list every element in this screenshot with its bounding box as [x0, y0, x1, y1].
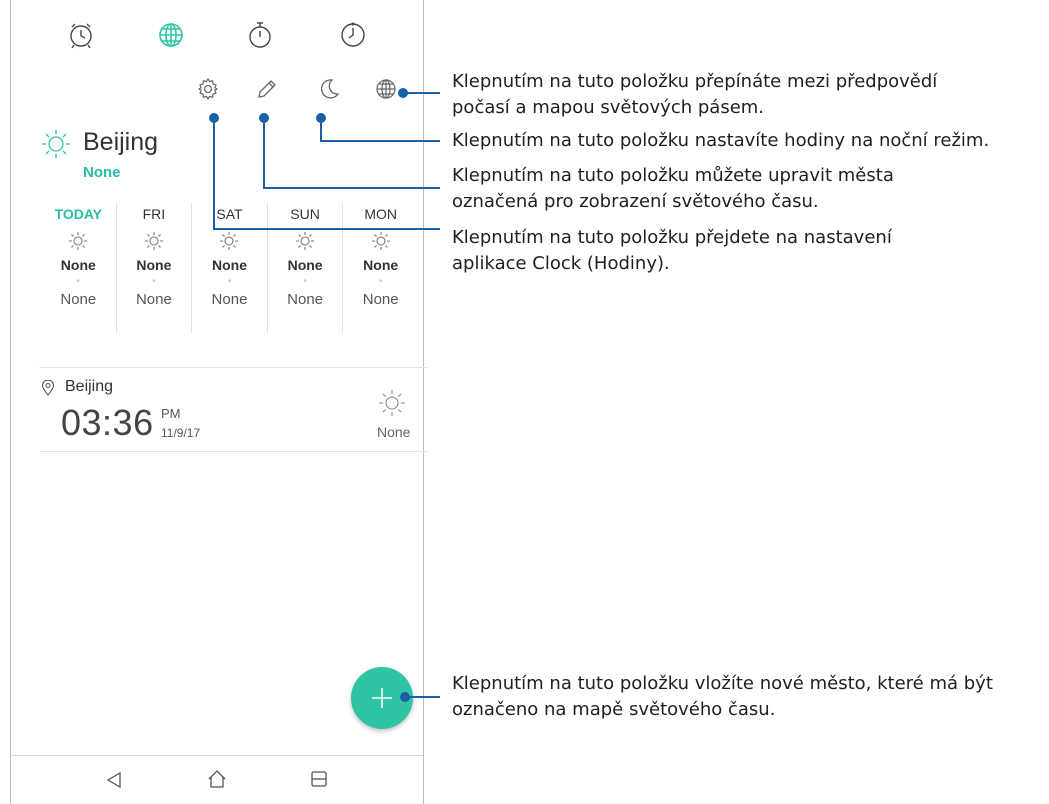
callout-line: označená pro zobrazení světového času. [452, 191, 819, 212]
forecast-day: FRI None • None [115, 203, 192, 333]
add-icon [372, 688, 392, 708]
clock-time: 03:36 [61, 402, 154, 443]
settings-button[interactable] [196, 77, 220, 101]
clock-city: Beijing [65, 378, 114, 395]
day-low: None [135, 291, 172, 308]
phone-screen: Beijing None TODAY None • None FRI None … [10, 0, 427, 804]
divider [39, 451, 427, 452]
separator-dot: • [76, 276, 81, 287]
clock-weather: None [377, 424, 411, 440]
day-low: None [60, 291, 97, 308]
callout-globe: Klepnutím na tuto položku přepínáte mezi… [452, 69, 937, 121]
callout-line: počasí a mapou světových pásem. [452, 97, 765, 118]
callout-line: Klepnutím na tuto položku vložíte nové m… [452, 673, 993, 694]
day-low: None [362, 291, 399, 308]
alarm-icon [70, 23, 92, 49]
sun-icon [220, 232, 239, 250]
callout-night: Klepnutím na tuto položku nastavíte hodi… [452, 128, 989, 154]
sun-icon [296, 232, 315, 250]
city-status: None [83, 164, 121, 181]
separator-dot: • [152, 276, 156, 287]
night-mode-icon [321, 79, 340, 99]
separator-dot: • [303, 276, 307, 287]
separator-dot: • [227, 276, 232, 287]
day-high: None [363, 257, 399, 273]
stopwatch-icon [249, 22, 271, 48]
sun-icon [371, 232, 390, 250]
sun-icon [379, 390, 405, 416]
recents-button[interactable] [309, 769, 329, 789]
globe-button[interactable] [374, 77, 398, 101]
callout-line: Klepnutím na tuto položku přejdete na na… [452, 227, 892, 248]
tab-stopwatch[interactable] [245, 20, 275, 50]
day-low: None [287, 291, 323, 308]
callout-add: Klepnutím na tuto položku vložíte nové m… [452, 671, 993, 723]
clock-ampm: PM [161, 406, 181, 421]
back-icon [106, 771, 121, 789]
add-city-button[interactable] [351, 667, 413, 729]
edit-icon [258, 80, 276, 98]
sun-icon [69, 232, 88, 250]
day-high: None [287, 257, 323, 273]
forecast-day: TODAY None • None [41, 203, 116, 333]
home-icon [208, 770, 226, 788]
sun-icon [42, 130, 70, 158]
callout-settings: Klepnutím na tuto položku přejdete na na… [452, 225, 892, 277]
night-mode-button[interactable] [317, 77, 341, 101]
sun-icon [144, 232, 163, 250]
callout-line: označeno na mapě světového času. [452, 699, 776, 720]
tab-timer[interactable] [338, 20, 368, 50]
settings-icon [197, 77, 219, 101]
day-high: None [136, 257, 172, 273]
day-high: None [60, 257, 96, 273]
timer-icon [341, 22, 365, 47]
recents-icon [311, 771, 327, 787]
back-button[interactable] [105, 770, 123, 790]
day-label: TODAY [54, 206, 103, 222]
clock-date: 11/9/17 [161, 426, 201, 440]
edit-button[interactable] [255, 77, 279, 101]
nav-bar-divider [11, 755, 423, 756]
forecast-day: SUN None • None [266, 203, 343, 333]
day-label: MON [364, 206, 397, 222]
divider [39, 367, 427, 368]
forecast-day: MON None • None [342, 203, 418, 333]
day-high: None [211, 257, 247, 273]
callout-line: Klepnutím na tuto položku přepínáte mezi… [452, 71, 938, 92]
day-label: FRI [142, 206, 166, 222]
callout-line: Klepnutím na tuto položku můžete upravit… [452, 165, 894, 186]
home-button[interactable] [206, 768, 228, 790]
day-low: None [211, 291, 248, 308]
tab-world-clock[interactable] [156, 20, 186, 50]
separator-dot: • [378, 276, 383, 287]
callout-line: Klepnutím na tuto položku nastavíte hodi… [452, 130, 990, 151]
day-label: SUN [290, 206, 320, 222]
forecast-day: SAT None • None [191, 203, 267, 333]
callout-line: aplikace Clock (Hodiny). [452, 253, 670, 274]
tab-alarm[interactable] [66, 20, 96, 50]
world-clock-icon [159, 23, 183, 47]
day-label: SAT [216, 206, 243, 222]
globe-icon [376, 79, 396, 99]
location-pin-icon [41, 380, 55, 396]
callout-edit: Klepnutím na tuto položku můžete upravit… [452, 163, 894, 215]
city-name: Beijing [83, 128, 159, 156]
forecast-strip: TODAY None • None FRI None • None SAT No… [41, 203, 418, 333]
